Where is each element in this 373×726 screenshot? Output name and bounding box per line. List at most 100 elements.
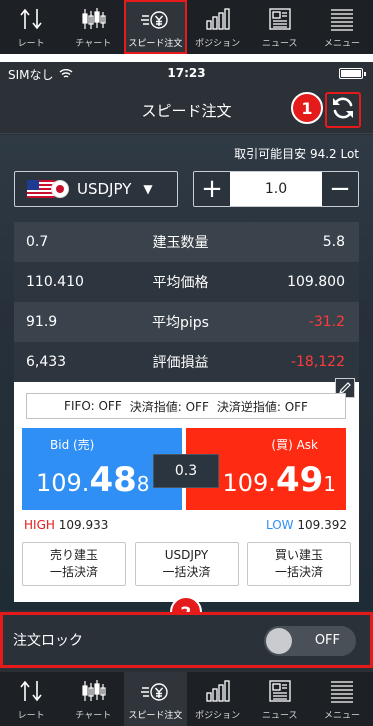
row-right-value: -18,122 (290, 354, 345, 370)
bid-price: 109.488 (36, 460, 150, 500)
order-settings-bar[interactable]: FIFO: OFF 決済指値: OFF 決済逆指値: OFF (26, 393, 346, 419)
quantity-minus-button[interactable]: − (322, 172, 358, 206)
menu-icon (329, 6, 355, 32)
high-label: HIGH (24, 518, 55, 532)
quantity-input[interactable]: 1.0 (230, 172, 322, 206)
order-lock-label: 注文ロック (13, 633, 83, 649)
action-line1: USDJPY (164, 548, 209, 563)
spread-value: 0.3 (153, 454, 219, 488)
tab-label: チャート (75, 39, 112, 49)
menu-icon (329, 678, 355, 704)
limit-setting: 決済指値: OFF (129, 399, 209, 414)
top-tab-bar: レート チャート スピード注文 ポジション ニュース メニュー (0, 0, 373, 54)
low-value: 109.392 (297, 518, 347, 532)
tab-label: ニュース (261, 39, 298, 49)
tab-news[interactable]: ニュース (249, 0, 311, 54)
settle-sell-positions-button[interactable]: 売り建玉 一括決済 (22, 542, 126, 586)
order-panel: FIFO: OFF 決済指値: OFF 決済逆指値: OFF Bid (売) 1… (14, 378, 359, 602)
high-value: 109.933 (58, 518, 109, 532)
position-bars-icon (205, 6, 231, 32)
ask-price-fraction: 1 (323, 472, 336, 496)
high-price: HIGH 109.933 (24, 518, 108, 532)
tab-label: レート (17, 711, 45, 721)
action-line2: 一括決済 (49, 565, 98, 579)
row-left-value: 0.7 (26, 234, 49, 250)
screenshot-divider (0, 54, 373, 62)
settle-buy-positions-button[interactable]: 買い建玉 一括決済 (247, 542, 351, 586)
tab-news[interactable]: ニュース (249, 672, 311, 726)
candlestick-icon (80, 6, 106, 32)
bid-title: Bid (売) (50, 438, 95, 452)
action-line1: 買い建玉 (274, 548, 323, 563)
quantity-plus-button[interactable]: + (194, 172, 230, 206)
speed-order-panel: 取引可能目安 94.2 Lot USDJPY ▼ + 1.0 − 0.7 建玉数… (0, 135, 373, 610)
rate-arrows-icon (18, 6, 44, 32)
tab-label: ポジション (195, 39, 241, 49)
row-left-value: 91.9 (26, 314, 58, 330)
status-bar: SIMなし 17:23 (0, 62, 373, 84)
ask-price-major: 109. (222, 469, 276, 497)
table-row: 91.9 平均pips -31.2 (14, 302, 359, 342)
tab-rate[interactable]: レート (0, 672, 62, 726)
ask-title: (買) Ask (271, 438, 318, 452)
tab-menu[interactable]: メニュー (311, 0, 373, 54)
table-row: 0.7 建玉数量 5.8 (14, 222, 359, 262)
action-line2: 一括決済 (274, 565, 323, 579)
available-label: 取引可能目安 (234, 147, 307, 161)
tab-label: レート (17, 39, 45, 49)
tab-label: ポジション (195, 711, 241, 721)
settle-pair-positions-button[interactable]: USDJPY 一括決済 (134, 542, 239, 586)
tab-position[interactable]: ポジション (187, 0, 249, 54)
tab-chart[interactable]: チャート (62, 0, 124, 54)
news-icon (268, 678, 292, 704)
bid-price-fraction: 8 (136, 472, 150, 496)
table-row: 110.410 平均価格 109.800 (14, 262, 359, 302)
tab-label: メニュー (323, 711, 360, 721)
row-right-value: -31.2 (308, 314, 345, 330)
tab-speed-order[interactable]: スピード注文 (124, 672, 187, 726)
available-lot: 取引可能目安 94.2 Lot (234, 145, 359, 162)
tab-label: メニュー (323, 39, 360, 49)
refresh-icon (330, 95, 356, 125)
usd-jpy-flag-icon (27, 180, 69, 198)
pair-symbol: USDJPY (77, 180, 132, 198)
tab-label: ニュース (261, 711, 298, 721)
bid-price-major: 109. (36, 469, 90, 497)
tab-position[interactable]: ポジション (187, 672, 249, 726)
order-lock-row: 注文ロック OFF (0, 612, 373, 668)
row-right-value: 5.8 (322, 234, 345, 250)
quantity-stepper: + 1.0 − (193, 171, 359, 207)
speed-order-icon (140, 678, 170, 704)
toggle-knob (266, 628, 292, 654)
row-left-value: 6,433 (26, 354, 67, 370)
tab-label: チャート (75, 711, 112, 721)
position-summary-table: 0.7 建玉数量 5.8 110.410 平均価格 109.800 91.9 平… (14, 222, 359, 382)
row-label: 評価損益 (152, 355, 209, 371)
refresh-button[interactable] (325, 92, 361, 128)
tab-menu[interactable]: メニュー (311, 672, 373, 726)
tab-label: スピード注文 (128, 711, 183, 721)
action-line2: 一括決済 (162, 565, 211, 579)
action-line1: 売り建玉 (49, 548, 98, 563)
chevron-down-icon: ▼ (143, 182, 153, 196)
rate-arrows-icon (18, 678, 44, 704)
low-price: LOW 109.392 (266, 518, 347, 532)
annotation-badge-1: 1 (291, 92, 323, 124)
row-left-value: 110.410 (26, 274, 84, 290)
tab-rate[interactable]: レート (0, 0, 62, 54)
tab-label: スピード注文 (128, 39, 183, 49)
order-lock-toggle[interactable]: OFF (264, 626, 356, 656)
clock: 17:23 (167, 66, 206, 80)
news-icon (268, 6, 292, 32)
available-value: 94.2 Lot (309, 147, 359, 161)
battery-icon (339, 68, 366, 79)
speed-order-icon (140, 6, 170, 32)
table-row: 6,433 評価損益 -18,122 (14, 342, 359, 382)
row-right-value: 109.800 (287, 274, 345, 290)
tab-speed-order[interactable]: スピード注文 (124, 0, 187, 54)
bid-price-pips: 48 (89, 460, 137, 500)
ask-price: 109.491 (223, 460, 337, 500)
bulk-settle-actions: 売り建玉 一括決済 USDJPY 一括決済 買い建玉 一括決済 (22, 542, 351, 586)
currency-pair-select[interactable]: USDJPY ▼ (14, 171, 178, 207)
tab-chart[interactable]: チャート (62, 672, 124, 726)
